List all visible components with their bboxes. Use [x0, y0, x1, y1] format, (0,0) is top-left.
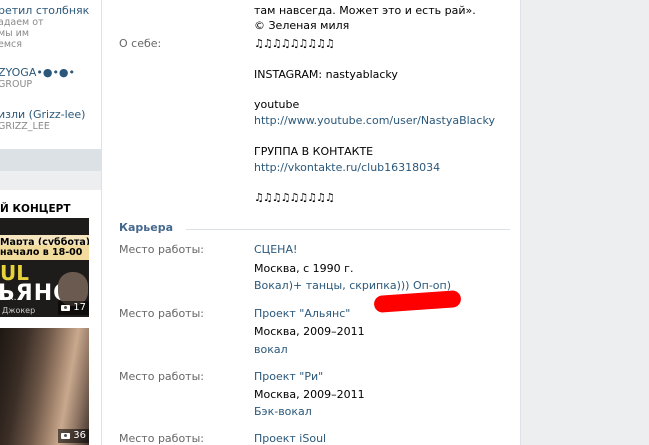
- group-subtitle: GRIZZ_LEE: [0, 121, 50, 132]
- career-divider: [186, 229, 510, 230]
- group-item-3[interactable]: изли (Grizz-lee) GRIZZ_LEE: [0, 108, 101, 132]
- work-label: Место работы:: [119, 370, 204, 383]
- work-role-link[interactable]: Бэк-вокал: [254, 405, 312, 418]
- photo-count-badge: 36: [58, 429, 89, 443]
- work-details: Москва, 2009–2011: [254, 388, 365, 401]
- youtube-label: youtube: [254, 98, 300, 111]
- youtube-link[interactable]: http://www.youtube.com/user/NastyaBlacky: [254, 114, 495, 127]
- poster-caption: Джокер: [2, 306, 36, 315]
- work-name-link[interactable]: Проект "Альянс": [254, 307, 350, 320]
- group-link[interactable]: http://vkontakte.ru/club16318034: [254, 161, 440, 174]
- poster-header: Й КОНЦЕРТ: [0, 200, 89, 218]
- group-subtitle: емся: [0, 39, 22, 50]
- left-column: ретил столбняк адаем от мы им емся ZYOGA…: [0, 0, 101, 445]
- work-name-link[interactable]: Проект iSoul: [254, 432, 326, 445]
- career-heading: Карьера: [119, 221, 174, 234]
- work-name-link[interactable]: Проект "Ри": [254, 370, 323, 383]
- photo-count: 36: [73, 430, 86, 441]
- about-label: О себе:: [119, 37, 162, 50]
- work-details: Москва, 2009–2011: [254, 325, 365, 338]
- poster-small-text: в к...: [0, 293, 23, 303]
- music-notes: ♫♫♫♫♫♫♫♫♫: [254, 191, 335, 204]
- work-label: Место работы:: [119, 307, 204, 320]
- photo-count-badge: 17: [58, 301, 89, 315]
- group-item-2[interactable]: ZYOGA•●•●• GROUP: [0, 66, 101, 90]
- work-role-link[interactable]: вокал: [254, 343, 288, 356]
- work-details: Москва, с 1990 г.: [254, 262, 354, 275]
- group-subtitle: мы им: [0, 28, 30, 39]
- red-redaction-mark: [373, 289, 462, 314]
- album-thumbnail-portrait[interactable]: 36: [0, 328, 89, 445]
- poster-time: начало в 18-00: [0, 245, 89, 260]
- work-name-link[interactable]: СЦЕНА!: [254, 243, 297, 256]
- group-label: ГРУППА В КОНТАКТЕ: [254, 145, 374, 158]
- group-subtitle: адаем от: [0, 17, 44, 28]
- camera-icon: [61, 305, 71, 311]
- profile-info-panel: там навсегда. Может это и есть рай». © З…: [101, 0, 521, 445]
- about-text-line: © Зеленая миля: [254, 19, 350, 32]
- group-item-1[interactable]: ретил столбняк адаем от мы им емся: [0, 4, 101, 50]
- group-name[interactable]: ZYOGA•●•●•: [0, 66, 101, 79]
- group-subtitle: GROUP: [0, 79, 33, 90]
- section-divider-bar: [0, 149, 101, 171]
- work-role-link[interactable]: Вокал)+ танцы, скрипка))) Оп-оп): [254, 279, 451, 292]
- work-label: Место работы:: [119, 243, 204, 256]
- photo-count: 17: [73, 302, 86, 313]
- music-notes: ♫♫♫♫♫♫♫♫♫: [254, 37, 335, 50]
- group-name[interactable]: изли (Grizz-lee): [0, 108, 101, 121]
- work-label: Место работы:: [119, 432, 204, 445]
- camera-icon: [61, 433, 71, 439]
- instagram-text: INSTAGRAM: nastyablacky: [254, 68, 398, 81]
- album-thumbnail-concert[interactable]: Й КОНЦЕРТ Марта (суббота) начало в 18-00…: [0, 200, 89, 317]
- group-name[interactable]: ретил столбняк: [0, 4, 101, 17]
- section-gap: [0, 171, 101, 190]
- about-text-line: там навсегда. Может это и есть рай».: [254, 4, 476, 17]
